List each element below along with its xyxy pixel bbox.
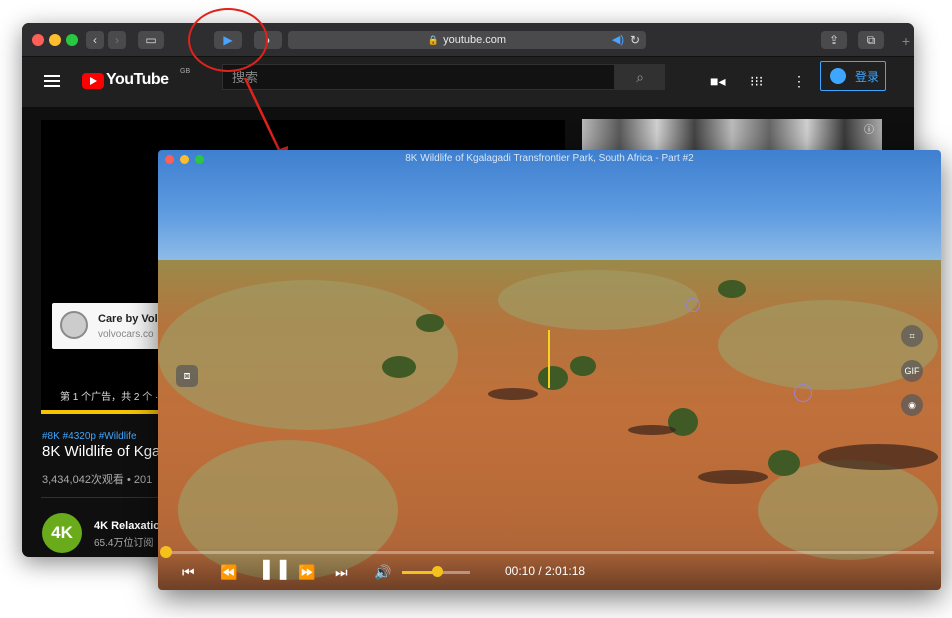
youtube-wordmark: YouTube bbox=[106, 71, 169, 88]
bush bbox=[382, 356, 416, 378]
pause-icon[interactable]: ❚❚ bbox=[258, 559, 292, 579]
close-button[interactable] bbox=[32, 34, 44, 46]
create-video-icon[interactable]: ■◂ bbox=[710, 73, 725, 90]
volvo-logo bbox=[60, 311, 88, 339]
ad-title: Care by Vol bbox=[98, 313, 158, 325]
apps-grid-icon[interactable]: ⁝⁝⁝ bbox=[750, 73, 763, 90]
youtube-play-icon bbox=[82, 73, 104, 89]
video-views: 3,434,042次观看 • 201 bbox=[42, 474, 153, 486]
zoom-button[interactable] bbox=[66, 34, 78, 46]
more-vertical-icon[interactable]: ⋮ bbox=[792, 73, 806, 90]
browser-toolbar: ‹ › ▭ ▶ ◗ 🔒 youtube.com ◀) ↻ ⇪ ⧉ + bbox=[22, 23, 914, 57]
pip-window[interactable]: 8K Wildlife of Kgalagadi Transfrontier P… bbox=[158, 150, 941, 590]
cursor-circle bbox=[794, 384, 812, 402]
ad-banner-image[interactable]: ⓘ bbox=[582, 119, 882, 151]
volume-fill bbox=[402, 571, 436, 574]
account-icon bbox=[830, 68, 846, 84]
signin-label: 登录 bbox=[855, 70, 880, 84]
search-icon[interactable]: ⌕ bbox=[615, 64, 665, 90]
share-icon[interactable]: ⇪ bbox=[821, 31, 847, 49]
rewind-icon[interactable]: ⏪ bbox=[220, 563, 237, 581]
reload-icon[interactable]: ↻ bbox=[630, 31, 640, 49]
forward-button[interactable]: › bbox=[108, 31, 126, 49]
back-button[interactable]: ‹ bbox=[86, 31, 104, 49]
gif-button[interactable]: GIF bbox=[901, 360, 923, 382]
channel-name[interactable]: 4K Relaxatio bbox=[94, 520, 160, 532]
ad-count: 第 1 个广告，共 2 个 · bbox=[60, 392, 159, 403]
skip-forward-icon[interactable]: ⏭ bbox=[335, 563, 348, 581]
video-tags[interactable]: #8K #4320p #Wildlife bbox=[42, 431, 137, 442]
cursor-circle bbox=[686, 298, 700, 312]
bush bbox=[570, 356, 596, 376]
signin-button[interactable]: 登录 bbox=[820, 61, 886, 91]
menu-icon[interactable] bbox=[44, 75, 60, 87]
lock-icon: 🔒 bbox=[427, 35, 440, 45]
seek-knob[interactable] bbox=[160, 546, 172, 558]
audio-icon[interactable]: ◀) bbox=[612, 31, 624, 49]
volume-knob[interactable] bbox=[432, 566, 443, 577]
url-text: youtube.com bbox=[443, 34, 507, 46]
new-tab-icon[interactable]: + bbox=[898, 33, 914, 49]
cursor-marker bbox=[548, 330, 550, 388]
time-readout: 00:10 / 2:01:18 bbox=[505, 564, 586, 578]
record-icon[interactable]: ◉ bbox=[901, 394, 923, 416]
seek-bar[interactable] bbox=[166, 551, 934, 554]
address-bar[interactable]: 🔒 youtube.com ◀) ↻ bbox=[288, 31, 646, 49]
skip-back-icon[interactable]: ⏮ bbox=[182, 563, 195, 581]
channel-subscribers: 65.4万位订阅 bbox=[94, 538, 154, 549]
tabs-icon[interactable]: ⧉ bbox=[858, 31, 884, 49]
annotation-circle bbox=[188, 8, 268, 72]
video-sky bbox=[158, 150, 941, 262]
pip-title: 8K Wildlife of Kgalagadi Transfrontier P… bbox=[405, 153, 694, 164]
sidebar-icon[interactable]: ▭ bbox=[138, 31, 164, 49]
minimize-button[interactable] bbox=[49, 34, 61, 46]
info-icon[interactable]: ⓘ bbox=[864, 121, 874, 136]
region-label: GB bbox=[180, 68, 191, 75]
fast-forward-icon[interactable]: ⏩ bbox=[298, 563, 315, 581]
bush bbox=[768, 450, 800, 476]
search-input[interactable]: 搜索 bbox=[222, 64, 615, 90]
bush bbox=[416, 314, 444, 332]
video-landscape bbox=[158, 260, 941, 590]
crop-icon[interactable]: ⌗ bbox=[901, 325, 923, 347]
bush bbox=[718, 280, 746, 298]
bush bbox=[538, 366, 568, 390]
youtube-header: YouTube GB 搜索 ⌕ ■◂ ⁝⁝⁝ ⋮ 登录 bbox=[22, 57, 914, 107]
video-title: 8K Wildlife of Kga bbox=[42, 443, 161, 460]
picture-in-picture-icon[interactable]: ⧈ bbox=[176, 365, 198, 387]
volume-icon[interactable]: 🔊 bbox=[374, 563, 391, 581]
channel-avatar[interactable]: 4K bbox=[42, 513, 82, 553]
ad-url: volvocars.co bbox=[98, 329, 154, 340]
